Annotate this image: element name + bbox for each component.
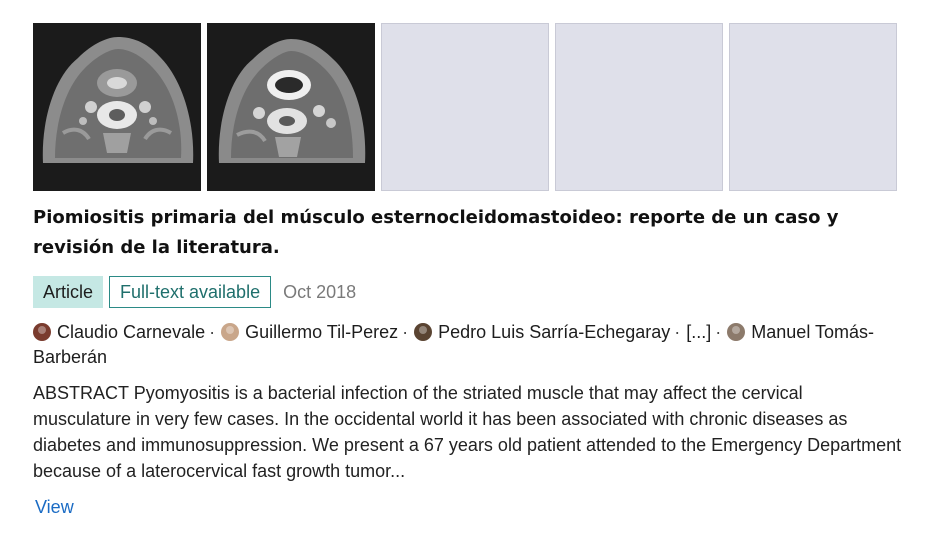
avatar — [414, 323, 433, 341]
publication-date: Oct 2018 — [283, 281, 357, 302]
avatar — [33, 323, 51, 341]
figure-thumbnail-1[interactable] — [33, 23, 201, 191]
figure-thumbnail-placeholder-3[interactable] — [381, 23, 549, 191]
publication-tags: Article Full-text available Oct 2018 — [33, 276, 356, 308]
avatar — [727, 323, 746, 341]
author-name: Claudio Carnevale — [57, 322, 206, 342]
separator: · — [674, 322, 681, 342]
separator: · — [715, 322, 722, 342]
view-link[interactable]: View — [35, 497, 74, 518]
separator: · — [402, 322, 409, 342]
figure-thumbnail-placeholder-5[interactable] — [729, 23, 897, 191]
abstract-text: ABSTRACT Pyomyositis is a bacterial infe… — [33, 383, 902, 481]
publication-title[interactable]: Piomiositis primaria del músculo esterno… — [33, 203, 903, 263]
type-badge: Article — [33, 276, 104, 308]
ct-scan-image — [207, 23, 375, 191]
figure-thumbnail-2[interactable] — [207, 23, 375, 191]
figure-thumbnails — [33, 23, 897, 191]
author-item[interactable]: Claudio Carnevale — [33, 322, 205, 342]
ct-scan-image — [33, 23, 201, 191]
author-list: Claudio Carnevale · Guillermo Til-Perez · Pe… — [33, 320, 903, 370]
author-item[interactable]: Guillermo Til-Perez — [221, 322, 398, 342]
avatar — [221, 323, 240, 341]
fulltext-badge: Full-text available — [109, 276, 272, 308]
more-authors-button[interactable]: [...] — [686, 322, 711, 342]
author-item[interactable]: Pedro Luis Sarría-Echegaray — [414, 322, 670, 342]
author-name: Pedro Luis Sarría-Echegaray — [438, 322, 671, 342]
author-name: Guillermo Til-Perez — [245, 322, 399, 342]
figure-thumbnail-placeholder-4[interactable] — [555, 23, 723, 191]
separator: · — [209, 322, 216, 342]
